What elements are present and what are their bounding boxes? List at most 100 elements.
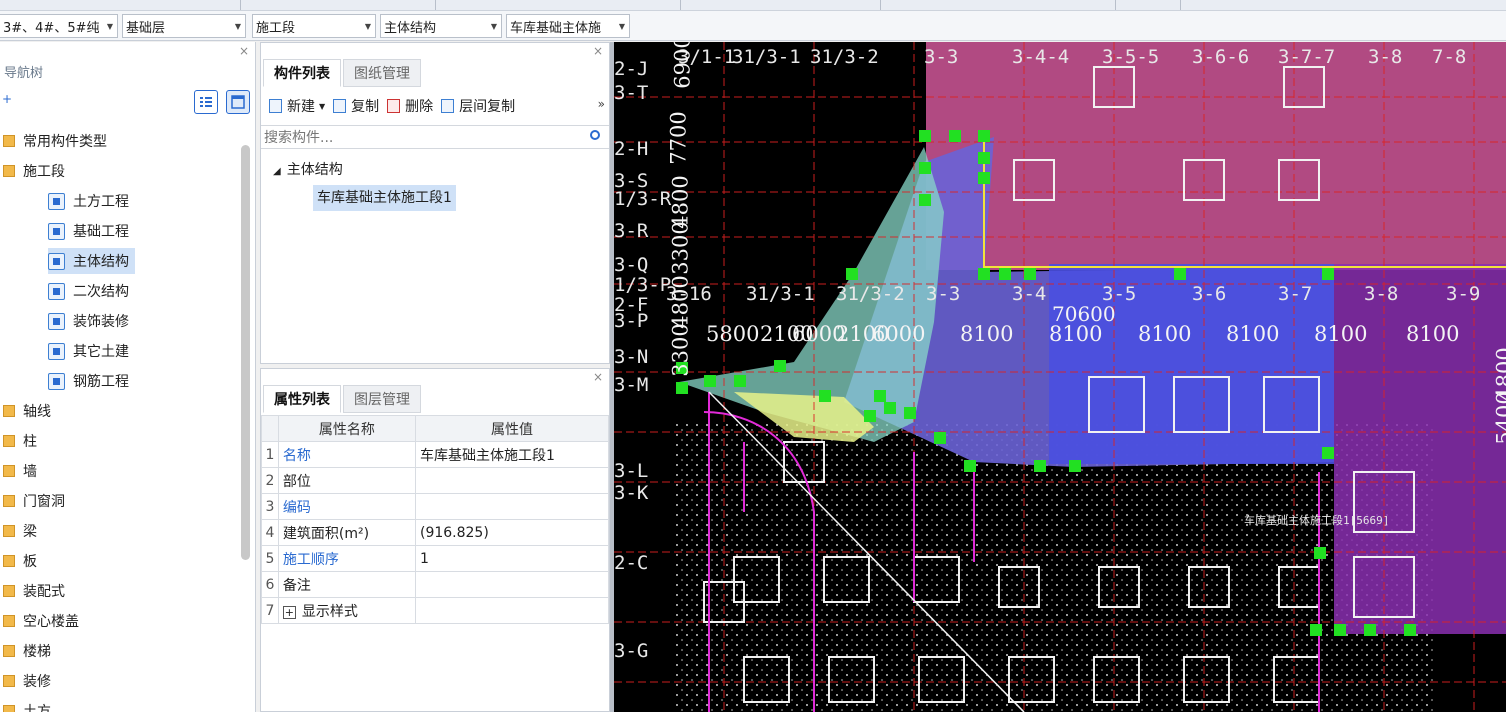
property-row[interactable]: 2 部位 xyxy=(261,467,609,494)
nav-subitem[interactable]: 装饰装修 xyxy=(48,308,129,334)
new-icon xyxy=(269,99,282,113)
property-value[interactable] xyxy=(414,571,609,598)
row-number: 1 xyxy=(261,441,279,468)
tab-component-list[interactable]: 构件列表 xyxy=(263,59,341,87)
nav-item-label: 施工段 xyxy=(23,164,65,180)
collapse-triangle-icon[interactable]: ◢ xyxy=(273,166,281,177)
cad-row-label: 3-G xyxy=(614,640,649,662)
cad-drawing-canvas[interactable]: 3/1-1 31/3-1 31/3-2 3-3 3-4-4 3-5-5 3-6-6 3-7-7… xyxy=(614,42,1506,712)
search-icon[interactable] xyxy=(590,130,600,140)
row-number: 7 xyxy=(261,597,279,624)
nav-item[interactable]: 施工段 xyxy=(0,158,65,184)
nav-item-label: 主体结构 xyxy=(73,254,129,270)
cad-axis-label: 3-6 xyxy=(1192,283,1227,305)
nav-item-label: 二次结构 xyxy=(73,284,129,300)
property-name: 名称 xyxy=(277,441,416,468)
search-input[interactable]: 搜索构件... xyxy=(261,125,609,149)
row-number: 2 xyxy=(261,467,279,494)
nav-subitem[interactable]: 其它土建 xyxy=(48,338,129,364)
row-number: 4 xyxy=(261,519,279,546)
nav-scrollbar[interactable] xyxy=(241,145,250,560)
property-row[interactable]: 1 名称 车库基础主体施工段1 xyxy=(261,441,609,468)
tab-drawing-management[interactable]: 图纸管理 xyxy=(343,59,421,87)
nav-subitem[interactable]: 基础工程 xyxy=(48,218,129,244)
region-pink xyxy=(926,42,1506,270)
nav-item-label: 基础工程 xyxy=(73,224,129,240)
cad-dimension: 6900 xyxy=(670,42,695,89)
nav-item[interactable]: 墙 xyxy=(0,458,37,484)
property-list-panel: × 属性列表 图层管理 属性名称 属性值 1 名称 车库基础主体施工段1 2 部位 3 编码… xyxy=(260,368,610,712)
property-row[interactable]: 3 编码 xyxy=(261,493,609,520)
component-tabs: 构件列表 图纸管理 xyxy=(263,59,423,87)
property-row[interactable]: 5 施工顺序 1 xyxy=(261,545,609,572)
delete-button[interactable]: 删除 xyxy=(387,96,433,116)
nav-item[interactable]: 装配式 xyxy=(0,578,65,604)
chevron-down-icon: ▼ xyxy=(364,22,371,31)
cad-axis-label: 3-6-6 xyxy=(1192,46,1250,68)
close-icon[interactable]: × xyxy=(239,44,249,58)
floor-select[interactable]: 基础层 ▼ xyxy=(122,14,246,38)
folder-icon xyxy=(3,165,15,177)
nav-item[interactable]: 门窗洞 xyxy=(0,488,65,514)
property-row[interactable]: 6 备注 xyxy=(261,571,609,598)
copy-button[interactable]: 复制 xyxy=(333,96,379,116)
row-number-header xyxy=(261,415,279,442)
floor-copy-icon xyxy=(441,99,455,113)
cad-axis-label: 31/3-2 xyxy=(810,46,879,68)
property-row[interactable]: 4 建筑面积(m²) (916.825) xyxy=(261,519,609,546)
property-value[interactable]: 车库基础主体施工段1 xyxy=(414,441,609,468)
property-value[interactable] xyxy=(414,597,609,624)
folder-icon xyxy=(3,585,15,597)
nav-item[interactable]: 柱 xyxy=(0,428,37,454)
nav-subitem[interactable]: 二次结构 xyxy=(48,278,129,304)
close-icon[interactable]: × xyxy=(593,370,603,384)
building-select[interactable]: 3#、4#、5#纯 ▼ xyxy=(0,14,118,38)
property-value[interactable] xyxy=(414,493,609,520)
type-select[interactable]: 施工段 ▼ xyxy=(252,14,376,38)
property-name-header: 属性名称 xyxy=(277,415,416,442)
nav-item[interactable]: 梁 xyxy=(0,518,37,544)
nav-item-label: 装修 xyxy=(23,674,51,690)
tab-layer-management[interactable]: 图层管理 xyxy=(343,385,421,413)
detail-view-button[interactable] xyxy=(226,90,250,114)
category-icon xyxy=(48,192,65,210)
nav-item[interactable]: 板 xyxy=(0,548,37,574)
nav-item[interactable]: 楼梯 xyxy=(0,638,51,664)
chevron-down-icon: ▼ xyxy=(319,101,326,111)
nav-subitem[interactable]: 土方工程 xyxy=(48,188,129,214)
close-icon[interactable]: × xyxy=(593,44,603,58)
subtype-select-value: 主体结构 xyxy=(384,20,437,36)
nav-subitem[interactable]: 主体结构 xyxy=(48,248,135,274)
property-value[interactable] xyxy=(414,467,609,494)
property-row[interactable]: 7 + 显示样式 xyxy=(261,597,609,624)
nav-item-label: 其它土建 xyxy=(73,344,129,360)
cad-dimension: 8100 xyxy=(1406,322,1460,346)
floor-copy-button[interactable]: 层间复制 xyxy=(441,96,515,116)
add-icon[interactable]: + xyxy=(2,92,12,106)
row-number: 3 xyxy=(261,493,279,520)
property-value[interactable]: 1 xyxy=(414,545,609,572)
nav-item[interactable]: 轴线 xyxy=(0,398,51,424)
top-menu-strip xyxy=(0,0,1506,11)
cad-axis-label: 3-4-4 xyxy=(1012,46,1070,68)
nav-subitem[interactable]: 钢筋工程 xyxy=(48,368,129,394)
item-select[interactable]: 车库基础主体施 ▼ xyxy=(506,14,630,38)
nav-item[interactable]: 常用构件类型 xyxy=(0,128,107,154)
subtype-select[interactable]: 主体结构 ▼ xyxy=(380,14,502,38)
cad-row-label: 2-C xyxy=(614,552,649,574)
nav-item[interactable]: 装修 xyxy=(0,668,51,694)
list-view-button[interactable] xyxy=(194,90,218,114)
nav-item[interactable]: 空心楼盖 xyxy=(0,608,79,634)
cad-total-dimension: 70600 xyxy=(1052,302,1116,326)
more-icon[interactable]: » xyxy=(598,97,605,111)
property-value[interactable]: (916.825) xyxy=(414,519,609,546)
tab-property-list[interactable]: 属性列表 xyxy=(263,385,341,413)
component-tree-item[interactable]: 车库基础主体施工段1 xyxy=(313,185,456,211)
expand-icon[interactable]: + xyxy=(282,605,296,619)
component-tree-root[interactable]: ◢ 主体结构 xyxy=(273,159,343,179)
property-name: 部位 xyxy=(277,467,416,494)
nav-item[interactable]: 土方 xyxy=(0,698,51,712)
region-purple xyxy=(1334,264,1506,634)
property-name-label: 显示样式 xyxy=(301,603,358,620)
new-button[interactable]: 新建 ▼ xyxy=(269,96,325,116)
